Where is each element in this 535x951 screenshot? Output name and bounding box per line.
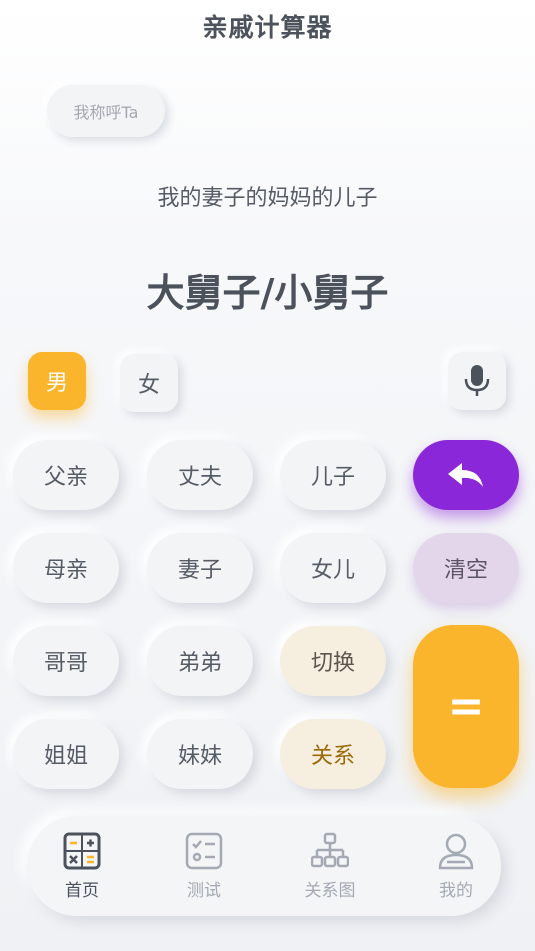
microphone-icon	[464, 365, 490, 396]
key-husband[interactable]: 丈夫	[147, 440, 253, 510]
gender-male-button[interactable]: 男	[28, 352, 86, 410]
switch-button[interactable]: 切换	[280, 626, 386, 696]
voice-input-button[interactable]	[448, 352, 506, 410]
relation-button[interactable]: 关系	[280, 719, 386, 789]
tab-profile[interactable]: 我的	[401, 816, 511, 916]
person-icon	[438, 833, 474, 869]
key-son[interactable]: 儿子	[280, 440, 386, 510]
calculator-icon	[63, 832, 101, 869]
key-mother[interactable]: 母亲	[13, 533, 119, 603]
checklist-icon	[185, 832, 223, 869]
tab-label: 首页	[65, 880, 99, 901]
key-younger-sister[interactable]: 妹妹	[147, 719, 253, 789]
bottom-tab-bar: 首页 测试 关系图 我的	[27, 816, 501, 916]
tab-test[interactable]: 测试	[149, 816, 259, 916]
key-daughter[interactable]: 女儿	[280, 533, 386, 603]
call-direction-toggle[interactable]: 我称呼Ta	[47, 85, 165, 137]
tab-label: 关系图	[304, 880, 356, 901]
key-father[interactable]: 父亲	[13, 440, 119, 510]
key-elder-sister[interactable]: 姐姐	[13, 719, 119, 789]
hierarchy-icon	[311, 832, 349, 867]
page-title: 亲戚计算器	[202, 13, 333, 42]
undo-arrow-icon	[448, 463, 483, 487]
gender-female-button[interactable]: 女	[120, 354, 178, 412]
relation-result: 大舅子/小舅子	[146, 271, 389, 315]
relation-expression: 我的妻子的妈妈的儿子	[157, 186, 378, 211]
key-wife[interactable]: 妻子	[147, 533, 253, 603]
tab-home[interactable]: 首页	[27, 816, 137, 916]
tab-label: 测试	[187, 880, 221, 901]
key-elder-brother[interactable]: 哥哥	[13, 626, 119, 696]
tab-relation-chart[interactable]: 关系图	[275, 816, 385, 916]
tab-label: 我的	[439, 880, 473, 901]
undo-button[interactable]	[413, 440, 519, 510]
key-younger-brother[interactable]: 弟弟	[147, 626, 253, 696]
clear-button[interactable]: 清空	[413, 533, 519, 603]
equals-button[interactable]: =	[413, 625, 519, 788]
